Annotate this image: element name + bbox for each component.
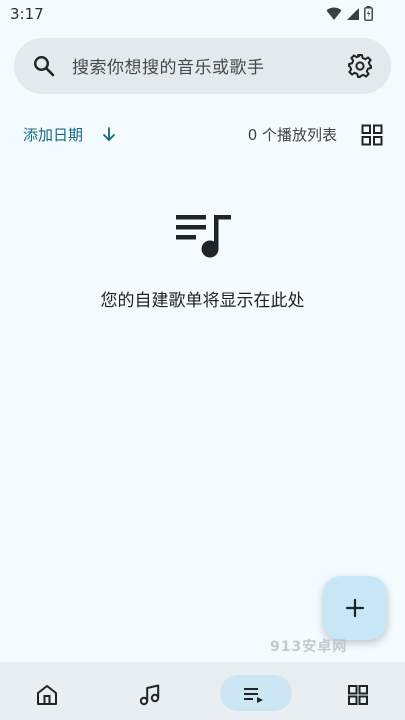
status-bar: 3:17 <box>0 0 405 28</box>
status-icons <box>326 6 373 21</box>
gear-icon[interactable] <box>347 53 373 79</box>
nav-item-songs[interactable] <box>101 662 202 720</box>
sort-row: 添加日期 0 个播放列表 <box>0 116 405 152</box>
grid-icon[interactable] <box>346 683 370 707</box>
wifi-icon <box>326 7 342 20</box>
playlist-empty-icon <box>176 215 231 258</box>
battery-icon <box>364 6 373 21</box>
grid-view-icon[interactable] <box>361 124 383 146</box>
search-bar[interactable]: 搜索你想搜的音乐或歌手 <box>14 38 391 94</box>
bottom-nav <box>0 662 405 720</box>
search-input[interactable]: 搜索你想搜的音乐或歌手 <box>72 53 265 78</box>
signal-icon <box>347 7 359 20</box>
nav-item-more[interactable] <box>303 662 404 720</box>
music-note-icon[interactable] <box>138 683 162 707</box>
home-icon[interactable] <box>35 683 59 707</box>
plus-icon[interactable] <box>343 596 367 620</box>
playlist-count: 0 个播放列表 <box>247 126 337 144</box>
status-time: 3:17 <box>10 5 44 23</box>
playlist-icon[interactable] <box>242 683 266 707</box>
sort-label[interactable]: 添加日期 <box>23 124 83 145</box>
nav-item-home[interactable] <box>0 662 101 720</box>
empty-state-message: 您的自建歌单将显示在此处 <box>100 291 305 311</box>
search-icon[interactable] <box>32 54 56 78</box>
add-playlist-button[interactable] <box>323 576 387 640</box>
watermark-text: 913安卓网 <box>270 639 348 655</box>
arrow-down-icon[interactable] <box>100 125 118 143</box>
nav-item-playlists[interactable] <box>202 662 303 720</box>
